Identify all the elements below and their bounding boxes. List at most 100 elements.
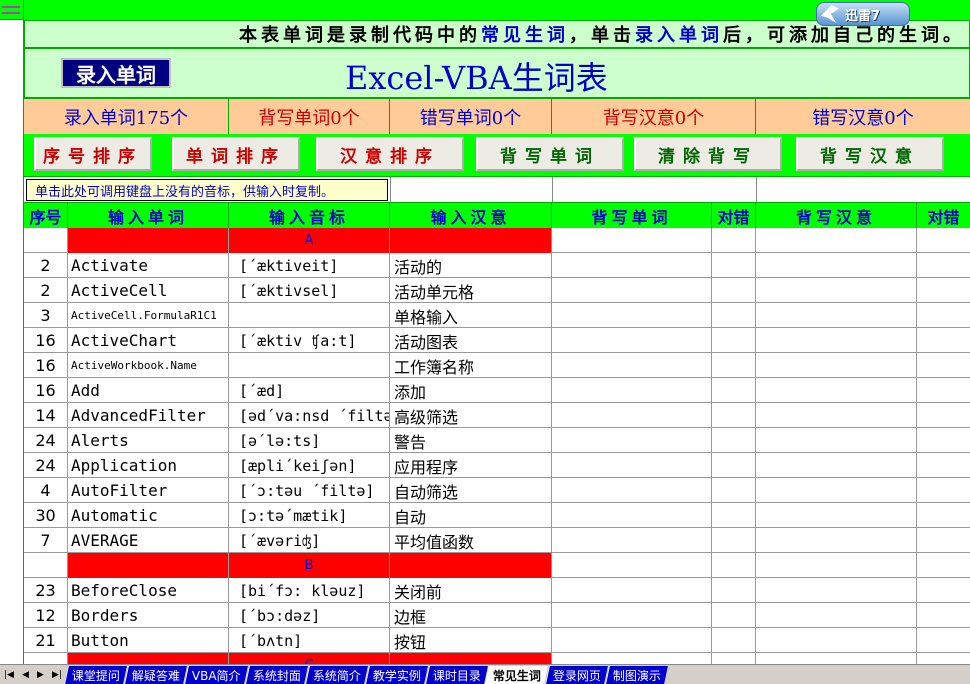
word-cell[interactable]: AutoFilter xyxy=(68,478,229,503)
phonetic-cell[interactable]: [əd´va:nsd ´filtə] xyxy=(229,403,390,428)
section-cell[interactable] xyxy=(390,553,552,578)
meaning-cell[interactable]: 关闭前 xyxy=(390,578,552,603)
cell[interactable] xyxy=(917,528,970,553)
cell[interactable] xyxy=(552,328,712,353)
cell[interactable] xyxy=(552,628,712,653)
cell[interactable] xyxy=(712,478,756,503)
cell[interactable] xyxy=(917,403,970,428)
cell[interactable] xyxy=(917,428,970,453)
section-cell[interactable] xyxy=(390,653,552,664)
clear-write-button[interactable]: 清除背写 xyxy=(634,137,782,171)
sheet-tab[interactable]: 系统简介 xyxy=(304,665,368,684)
meaning-cell[interactable]: 警告 xyxy=(390,428,552,453)
section-cell[interactable] xyxy=(68,653,229,664)
cell[interactable] xyxy=(756,378,917,403)
meaning-cell[interactable]: 按钮 xyxy=(390,628,552,653)
section-cell[interactable] xyxy=(68,553,229,578)
cell[interactable] xyxy=(917,553,970,578)
cell[interactable] xyxy=(712,328,756,353)
cell[interactable] xyxy=(917,378,970,403)
cell[interactable] xyxy=(552,428,712,453)
next-sheet-icon[interactable]: ▶ xyxy=(37,670,44,680)
sheet-tab[interactable]: 课时目录 xyxy=(424,665,488,684)
cell[interactable] xyxy=(756,228,917,253)
cell[interactable] xyxy=(552,528,712,553)
cell[interactable] xyxy=(712,253,756,278)
cell[interactable] xyxy=(552,478,712,503)
prev-sheet-icon[interactable]: ◀ xyxy=(22,670,29,680)
cell[interactable] xyxy=(756,653,917,664)
word-cell[interactable]: Application xyxy=(68,453,229,478)
sheet-tab[interactable]: VBA简介 xyxy=(184,665,248,684)
phonetic-cell[interactable]: [ɔ:tə´mætik] xyxy=(229,503,390,528)
phonetic-cell[interactable]: [bi´fɔ: kləuz] xyxy=(229,578,390,603)
word-cell[interactable]: BeforeClose xyxy=(68,578,229,603)
cell[interactable] xyxy=(24,553,68,578)
cell[interactable] xyxy=(552,353,712,378)
cell[interactable] xyxy=(756,503,917,528)
cell[interactable] xyxy=(552,177,553,203)
seq-cell[interactable]: 4 xyxy=(24,478,68,503)
phonetic-cell[interactable] xyxy=(229,303,390,328)
word-cell[interactable]: ActiveCell xyxy=(68,278,229,303)
write-meaning-button[interactable]: 背写汉意 xyxy=(796,137,944,171)
cell[interactable] xyxy=(756,453,917,478)
cell[interactable] xyxy=(712,503,756,528)
word-cell[interactable]: Borders xyxy=(68,603,229,628)
seq-cell[interactable]: 2 xyxy=(24,253,68,278)
word-cell[interactable]: Automatic xyxy=(68,503,229,528)
cell[interactable] xyxy=(712,403,756,428)
sheet-tab[interactable]: 解疑答难 xyxy=(124,665,187,684)
cell[interactable] xyxy=(712,628,756,653)
meaning-cell[interactable]: 应用程序 xyxy=(390,453,552,478)
cell[interactable] xyxy=(552,403,712,428)
meaning-sort-button[interactable]: 汉意排序 xyxy=(316,137,464,171)
cell[interactable] xyxy=(917,228,970,253)
meaning-cell[interactable]: 边框 xyxy=(390,603,552,628)
seq-cell[interactable]: 23 xyxy=(24,578,68,603)
seq-cell[interactable]: 21 xyxy=(24,628,68,653)
seq-cell[interactable]: 24 xyxy=(24,453,68,478)
cell[interactable] xyxy=(756,428,917,453)
thunder-badge[interactable]: 迅雷7 xyxy=(816,2,910,26)
meaning-cell[interactable]: 自动 xyxy=(390,503,552,528)
cell[interactable] xyxy=(756,328,917,353)
cell[interactable] xyxy=(552,653,712,664)
word-cell[interactable]: ActiveWorkbook.Name xyxy=(68,353,229,378)
cell[interactable] xyxy=(917,478,970,503)
cell[interactable] xyxy=(756,478,917,503)
meaning-cell[interactable]: 活动的 xyxy=(390,253,552,278)
cell[interactable] xyxy=(552,303,712,328)
cell[interactable] xyxy=(756,628,917,653)
section-cell[interactable] xyxy=(390,228,552,253)
cell[interactable] xyxy=(390,177,391,203)
cell[interactable] xyxy=(712,453,756,478)
cell[interactable] xyxy=(552,578,712,603)
meaning-cell[interactable]: 自动筛选 xyxy=(390,478,552,503)
cell[interactable] xyxy=(552,228,712,253)
cell[interactable] xyxy=(24,653,68,664)
meaning-cell[interactable]: 活动图表 xyxy=(390,328,552,353)
cell[interactable] xyxy=(756,528,917,553)
cell[interactable] xyxy=(917,303,970,328)
phonetic-cell[interactable]: [´æd] xyxy=(229,378,390,403)
cell[interactable] xyxy=(712,653,756,664)
cell[interactable] xyxy=(756,177,757,203)
cell[interactable] xyxy=(712,578,756,603)
phonetic-cell[interactable]: [æpli´keiʃən] xyxy=(229,453,390,478)
cell[interactable] xyxy=(756,303,917,328)
word-cell[interactable]: Add xyxy=(68,378,229,403)
cell[interactable] xyxy=(917,328,970,353)
cell[interactable] xyxy=(917,353,970,378)
last-sheet-icon[interactable]: ▶| xyxy=(52,670,62,680)
sheet-tab[interactable]: 教学实例 xyxy=(364,665,428,684)
cell[interactable] xyxy=(552,278,712,303)
cell[interactable] xyxy=(917,453,970,478)
seq-cell[interactable]: 12 xyxy=(24,603,68,628)
section-cell[interactable] xyxy=(68,228,229,253)
phonetic-cell[interactable]: [´æktiv ʧa:t] xyxy=(229,328,390,353)
seq-cell[interactable]: 7 xyxy=(24,528,68,553)
word-cell[interactable]: ActiveCell.FormulaR1C1 xyxy=(68,303,229,328)
phonetic-cell[interactable]: [´ɔ:təu ´filtə] xyxy=(229,478,390,503)
meaning-cell[interactable]: 活动单元格 xyxy=(390,278,552,303)
